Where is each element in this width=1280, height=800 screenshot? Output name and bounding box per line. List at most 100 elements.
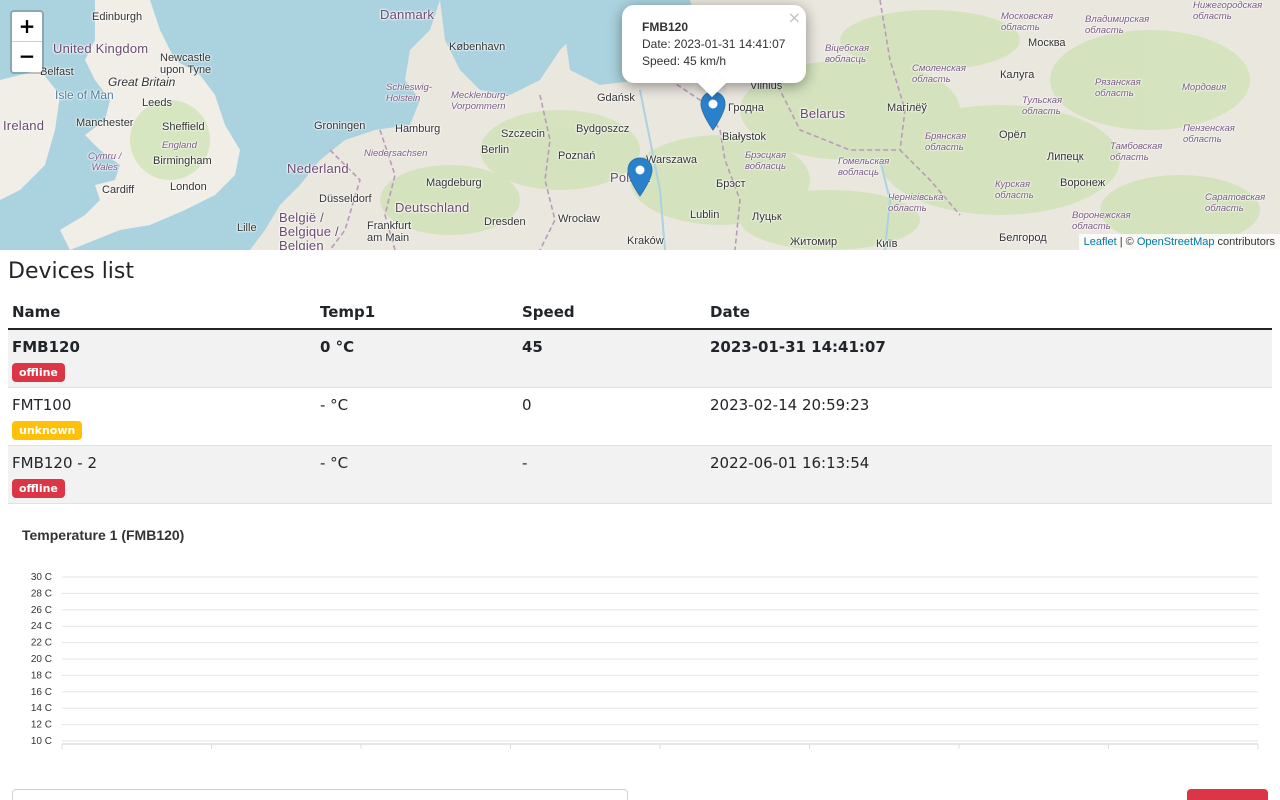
map-label-danmark: Danmark bbox=[380, 7, 435, 22]
map-label-great-britain: Great Britain bbox=[108, 75, 176, 89]
table-header-row: Name Temp1 Speed Date bbox=[8, 297, 1272, 330]
device-name: FMT100 bbox=[12, 396, 72, 414]
map-label-poznan: Poznań bbox=[558, 150, 596, 162]
temperature-chart: 30 C 28 C 26 C 24 C 22 C 20 C 18 C 16 C 14 C 12 C… bbox=[31, 572, 1259, 749]
map-label-brestskaya: Брэсцкая вобласць bbox=[745, 150, 787, 172]
y-tick-label: 28 C bbox=[31, 588, 52, 599]
device-name-cell: FMB120 - 2 offline bbox=[8, 445, 316, 504]
column-header-name[interactable]: Name bbox=[8, 297, 316, 330]
map-label-birmingham: Birmingham bbox=[153, 155, 212, 167]
speed-cell: - bbox=[518, 445, 706, 504]
map-label-leeds: Leeds bbox=[142, 97, 172, 109]
map-label-newcastle: Newcastle upon Tyne bbox=[160, 52, 212, 76]
y-tick-label: 10 C bbox=[31, 736, 52, 747]
page-title: Devices list bbox=[8, 259, 135, 284]
bottom-input-field[interactable] bbox=[12, 789, 628, 800]
table-row[interactable]: FMT100 unknown - °C 0 2023-02-14 20:59:2… bbox=[8, 387, 1272, 446]
map-label-szczecin: Szczecin bbox=[501, 128, 546, 140]
speed-cell: 0 bbox=[518, 387, 706, 446]
map-label-grodna: Гродна bbox=[728, 102, 764, 114]
map-label-voronezh-obl: Воронежская область bbox=[1072, 210, 1131, 232]
map-label-kursk: Курская область bbox=[995, 179, 1034, 201]
map-label-lutsk: Луцьк bbox=[752, 211, 782, 223]
map-label-warszawa: Warszawa bbox=[646, 154, 697, 166]
map-label-voronezh: Воронеж bbox=[1060, 177, 1106, 189]
map-label-penza: Пензенская область bbox=[1183, 123, 1235, 145]
status-badge: offline bbox=[12, 479, 65, 498]
marker-popup: × FMB120 Date: 2023-01-31 14:41:07 Speed… bbox=[622, 5, 806, 98]
map-label-vitebsk: Віцебская вобласць bbox=[825, 43, 870, 65]
date-cell: 2023-02-14 20:59:23 bbox=[706, 387, 1272, 446]
table-row[interactable]: FMB120 - 2 offline - °C - 2022-06-01 16:… bbox=[8, 445, 1272, 504]
attribution-suffix: contributors bbox=[1214, 236, 1275, 248]
map-label-saratov: Саратовская область bbox=[1205, 192, 1266, 214]
map-label-cardiff: Cardiff bbox=[102, 184, 135, 196]
y-tick-label: 30 C bbox=[31, 572, 52, 583]
map-label-frankfurt: Frankfurt am Main bbox=[367, 220, 412, 244]
close-icon[interactable]: × bbox=[788, 8, 801, 27]
map-label-nizhegorod: Нижегородская область bbox=[1193, 0, 1263, 22]
map-label-bialystok: Białystok bbox=[722, 131, 767, 143]
table-row[interactable]: FMB120 offline 0 °C 45 2023-01-31 14:41:… bbox=[8, 329, 1272, 388]
map-label-gomel: Гомельская вобласць bbox=[838, 156, 890, 178]
map-label-wroclaw: Wrocław bbox=[558, 213, 600, 225]
map-label-hamburg: Hamburg bbox=[395, 123, 441, 135]
temp-cell: - °C bbox=[316, 445, 518, 504]
status-badge: unknown bbox=[12, 421, 83, 440]
map-label-mordovia: Мордовия bbox=[1182, 82, 1227, 93]
map-label-dresden: Dresden bbox=[484, 216, 526, 228]
map-label-niedersachsen: Niedersachsen bbox=[364, 148, 428, 159]
zoom-in-button[interactable]: + bbox=[12, 12, 42, 42]
map-label-isle-of-man: Isle of Man bbox=[55, 88, 114, 102]
map-label-gdansk: Gdańsk bbox=[597, 92, 635, 104]
map-label-zhytomyr: Житомир bbox=[790, 236, 838, 248]
popup-date: Date: 2023-01-31 14:41:07 bbox=[642, 37, 786, 51]
map-label-bryansk: Брянская область bbox=[925, 131, 967, 153]
device-marker-icon[interactable] bbox=[627, 157, 653, 197]
map-label-mahilyow: Магілёў bbox=[887, 102, 927, 114]
y-tick-label: 20 C bbox=[31, 654, 52, 665]
map-label-deutschland: Deutschland bbox=[395, 200, 470, 215]
map-label-belgie: België / Belgique / Belgien bbox=[279, 210, 339, 251]
map-label-cymru: Cymru / Wales bbox=[88, 151, 122, 173]
temp-cell: - °C bbox=[316, 387, 518, 446]
map-label-united-kingdom: United Kingdom bbox=[53, 41, 149, 56]
map-label-brest: Брэст bbox=[716, 178, 746, 190]
map-label-kyiv: Київ bbox=[876, 238, 898, 250]
map-label-schleswig: Schleswig- Holstein bbox=[386, 82, 432, 104]
device-name: FMB120 bbox=[12, 338, 80, 356]
map-label-magdeburg: Magdeburg bbox=[426, 177, 482, 189]
bottom-action-button[interactable] bbox=[1187, 789, 1268, 800]
device-name-cell: FMB120 offline bbox=[8, 329, 316, 388]
map-attribution: Leaflet | © OpenStreetMap contributors bbox=[1078, 234, 1280, 250]
attribution-separator: | © bbox=[1116, 236, 1137, 248]
map-label-krakow: Kraków bbox=[627, 235, 664, 247]
status-badge: offline bbox=[12, 363, 65, 382]
map-label-nederland: Nederland bbox=[287, 161, 349, 176]
temp-cell: 0 °C bbox=[316, 329, 518, 388]
zoom-out-button[interactable]: − bbox=[12, 42, 42, 72]
osm-link[interactable]: OpenStreetMap bbox=[1137, 236, 1215, 248]
device-marker-icon[interactable] bbox=[700, 91, 726, 131]
devices-table: Name Temp1 Speed Date FMB120 offline 0 °… bbox=[8, 297, 1272, 504]
date-cell: 2023-01-31 14:41:07 bbox=[706, 329, 1272, 388]
map-label-groningen: Groningen bbox=[314, 120, 366, 132]
device-name-cell: FMT100 unknown bbox=[8, 387, 316, 446]
column-header-speed[interactable]: Speed bbox=[518, 297, 706, 330]
y-tick-label: 24 C bbox=[31, 621, 52, 632]
zoom-control: + − bbox=[10, 10, 44, 74]
leaflet-link[interactable]: Leaflet bbox=[1084, 236, 1117, 248]
map-label-london: London bbox=[170, 181, 207, 193]
map-label-belarus: Belarus bbox=[800, 106, 846, 121]
map[interactable]: Edinburgh United Kingdom Newcastle upon … bbox=[0, 0, 1280, 250]
map-label-moskva: Москва bbox=[1028, 37, 1066, 49]
y-tick-label: 26 C bbox=[31, 605, 52, 616]
column-header-temp1[interactable]: Temp1 bbox=[316, 297, 518, 330]
y-tick-label: 14 C bbox=[31, 703, 52, 714]
map-label-kobenhavn: København bbox=[449, 41, 506, 53]
map-label-ireland: Ireland bbox=[3, 118, 45, 133]
map-label-moskovskaya: Московская область bbox=[1001, 11, 1054, 33]
map-label-dusseldorf: Düsseldorf bbox=[319, 193, 372, 205]
column-header-date[interactable]: Date bbox=[706, 297, 1272, 330]
map-label-england: England bbox=[162, 140, 197, 151]
